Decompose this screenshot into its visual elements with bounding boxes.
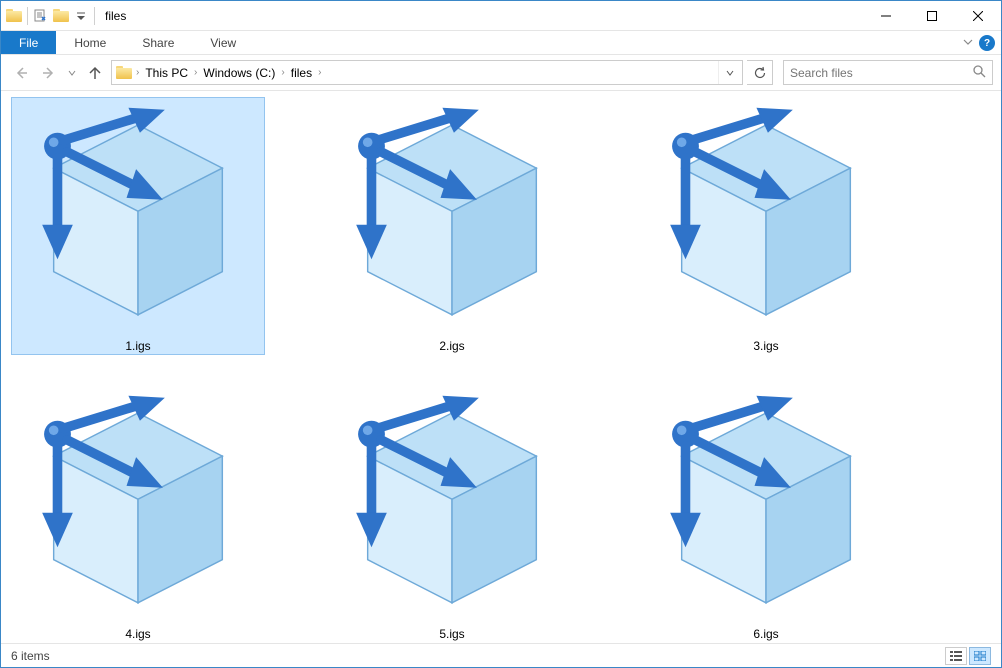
ribbon-expand-icon[interactable] bbox=[963, 36, 973, 50]
file-thumbnail-icon bbox=[643, 387, 889, 625]
file-name-label: 6.igs bbox=[753, 627, 778, 641]
divider bbox=[94, 7, 95, 25]
tab-view[interactable]: View bbox=[192, 31, 254, 54]
file-tab[interactable]: File bbox=[1, 31, 56, 54]
file-name-label: 2.igs bbox=[439, 339, 464, 353]
file-name-label: 3.igs bbox=[753, 339, 778, 353]
breadcrumb-segment[interactable]: This PC bbox=[141, 66, 192, 80]
chevron-right-icon[interactable]: › bbox=[192, 67, 199, 78]
quick-access-toolbar bbox=[1, 5, 97, 27]
close-button[interactable] bbox=[955, 1, 1001, 31]
chevron-right-icon[interactable]: › bbox=[279, 67, 286, 78]
ribbon-tabs: File Home Share View ? bbox=[1, 31, 1001, 55]
search-box[interactable] bbox=[783, 60, 993, 85]
minimize-button[interactable] bbox=[863, 1, 909, 31]
file-thumbnail-icon bbox=[15, 387, 261, 625]
file-item[interactable]: 6.igs bbox=[639, 385, 893, 643]
tab-home[interactable]: Home bbox=[56, 31, 124, 54]
location-folder-icon bbox=[114, 63, 134, 83]
divider bbox=[27, 7, 28, 25]
search-icon[interactable] bbox=[972, 64, 986, 81]
qat-dropdown-icon[interactable] bbox=[72, 5, 90, 27]
chevron-right-icon[interactable]: › bbox=[134, 67, 141, 78]
back-button[interactable] bbox=[9, 61, 33, 85]
file-name-label: 4.igs bbox=[125, 627, 150, 641]
address-bar[interactable]: › This PC › Windows (C:) › files › bbox=[111, 60, 743, 85]
window-title: files bbox=[105, 9, 126, 23]
file-name-label: 5.igs bbox=[439, 627, 464, 641]
window-controls bbox=[863, 1, 1001, 31]
file-item[interactable]: 2.igs bbox=[325, 97, 579, 355]
file-thumbnail-icon bbox=[643, 99, 889, 337]
file-tab-label: File bbox=[19, 36, 38, 50]
help-icon[interactable]: ? bbox=[979, 35, 995, 51]
details-view-button[interactable] bbox=[945, 647, 967, 665]
address-dropdown-icon[interactable] bbox=[718, 61, 740, 84]
file-item[interactable]: 1.igs bbox=[11, 97, 265, 355]
file-thumbnail-icon bbox=[329, 387, 575, 625]
file-thumbnail-icon bbox=[15, 99, 261, 337]
search-input[interactable] bbox=[790, 66, 972, 80]
thumbnails-view-button[interactable] bbox=[969, 647, 991, 665]
file-item[interactable]: 3.igs bbox=[639, 97, 893, 355]
file-item[interactable]: 4.igs bbox=[11, 385, 265, 643]
maximize-button[interactable] bbox=[909, 1, 955, 31]
breadcrumb-segment[interactable]: Windows (C:) bbox=[199, 66, 279, 80]
properties-icon[interactable] bbox=[32, 5, 50, 27]
tab-label: View bbox=[210, 36, 236, 50]
item-count-label: 6 items bbox=[11, 649, 50, 663]
up-button[interactable] bbox=[83, 61, 107, 85]
recent-locations-icon[interactable] bbox=[65, 61, 79, 85]
status-bar: 6 items bbox=[1, 643, 1001, 667]
refresh-button[interactable] bbox=[747, 60, 773, 85]
tab-label: Share bbox=[142, 36, 174, 50]
app-icon[interactable] bbox=[5, 5, 23, 27]
file-item[interactable]: 5.igs bbox=[325, 385, 579, 643]
file-thumbnail-icon bbox=[329, 99, 575, 337]
tab-label: Home bbox=[74, 36, 106, 50]
new-folder-icon[interactable] bbox=[52, 5, 70, 27]
breadcrumb-segment[interactable]: files bbox=[287, 66, 316, 80]
navigation-bar: › This PC › Windows (C:) › files › bbox=[1, 55, 1001, 91]
chevron-right-icon[interactable]: › bbox=[316, 67, 323, 78]
file-pane[interactable]: 1.igs 2.igs 3.igs 4.igs 5.igs 6.igs bbox=[1, 91, 1001, 643]
titlebar: files bbox=[1, 1, 1001, 31]
file-name-label: 1.igs bbox=[125, 339, 150, 353]
forward-button[interactable] bbox=[37, 61, 61, 85]
tab-share[interactable]: Share bbox=[124, 31, 192, 54]
